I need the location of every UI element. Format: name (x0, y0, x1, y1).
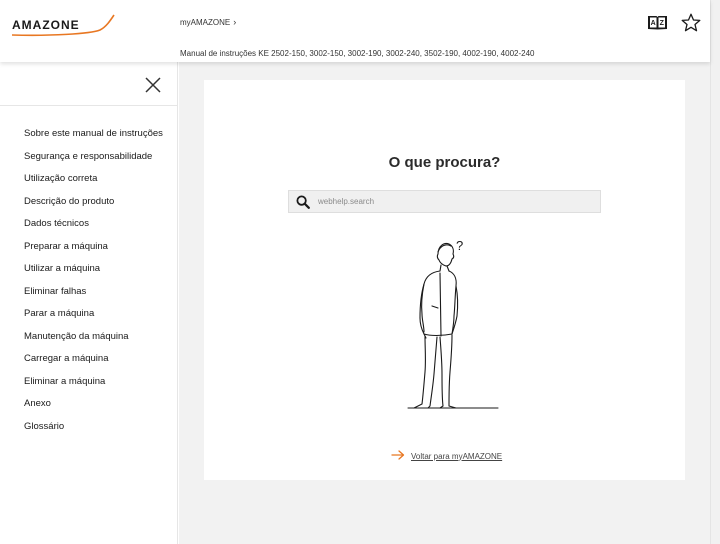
manual-title: Manual de instruções KE 2502-150, 3002-1… (180, 49, 535, 58)
sidebar-item-use-machine[interactable]: Utilizar a máquina (24, 263, 163, 286)
sidebar: Sobre este manual de instruções Seguranç… (0, 62, 178, 544)
top-header: AMAZONE myAMAZONE › Manual de instruções… (0, 0, 710, 62)
sidebar-item-glossary[interactable]: Glossário (24, 421, 163, 444)
favorite-star-icon[interactable] (680, 12, 702, 32)
svg-text:Z: Z (659, 20, 664, 27)
sidebar-item-dispose-machine[interactable]: Eliminar a máquina (24, 376, 163, 399)
breadcrumb: myAMAZONE › (180, 17, 236, 27)
search-input[interactable] (314, 191, 600, 212)
logo-swoosh-icon (11, 14, 115, 37)
sidebar-item-safety[interactable]: Segurança e responsabilidade (24, 151, 163, 174)
breadcrumb-separator: › (233, 17, 237, 27)
dictionary-icon[interactable]: A Z (646, 12, 668, 32)
scrollbar[interactable] (710, 0, 720, 544)
sidebar-item-correct-use[interactable]: Utilização correta (24, 173, 163, 196)
question-mark: ? (456, 238, 463, 253)
search-bar[interactable] (288, 190, 601, 213)
sidebar-item-product-description[interactable]: Descrição do produto (24, 196, 163, 219)
sidebar-item-stop-machine[interactable]: Parar a máquina (24, 308, 163, 331)
back-to-myamazone-link[interactable]: Voltar para myAMAZONE (391, 447, 502, 465)
sidebar-item-about-manual[interactable]: Sobre este manual de instruções (24, 128, 163, 151)
sidebar-nav: Sobre este manual de instruções Seguranç… (24, 128, 163, 443)
arrow-right-icon (391, 447, 405, 465)
sidebar-item-load-machine[interactable]: Carregar a máquina (24, 353, 163, 376)
sidebar-header (0, 62, 177, 106)
confused-person-illustration: ? (394, 236, 504, 414)
svg-text:A: A (650, 20, 655, 27)
page-title: O que procura? (388, 154, 501, 171)
close-icon[interactable] (144, 76, 162, 94)
sidebar-item-troubleshooting[interactable]: Eliminar falhas (24, 286, 163, 309)
amazone-logo[interactable]: AMAZONE (10, 12, 118, 38)
breadcrumb-root[interactable]: myAMAZONE (180, 18, 230, 27)
sidebar-item-prepare-machine[interactable]: Preparar a máquina (24, 241, 163, 264)
main-content: O que procura? webhelp.search ? Voltar p… (179, 62, 710, 544)
search-card: O que procura? webhelp.search ? Voltar p… (204, 80, 685, 480)
sidebar-item-maintenance[interactable]: Manutenção da máquina (24, 331, 163, 354)
search-icon[interactable] (292, 191, 314, 212)
back-link-label[interactable]: Voltar para myAMAZONE (411, 452, 502, 461)
sidebar-item-technical-data[interactable]: Dados técnicos (24, 218, 163, 241)
sidebar-item-appendix[interactable]: Anexo (24, 398, 163, 421)
